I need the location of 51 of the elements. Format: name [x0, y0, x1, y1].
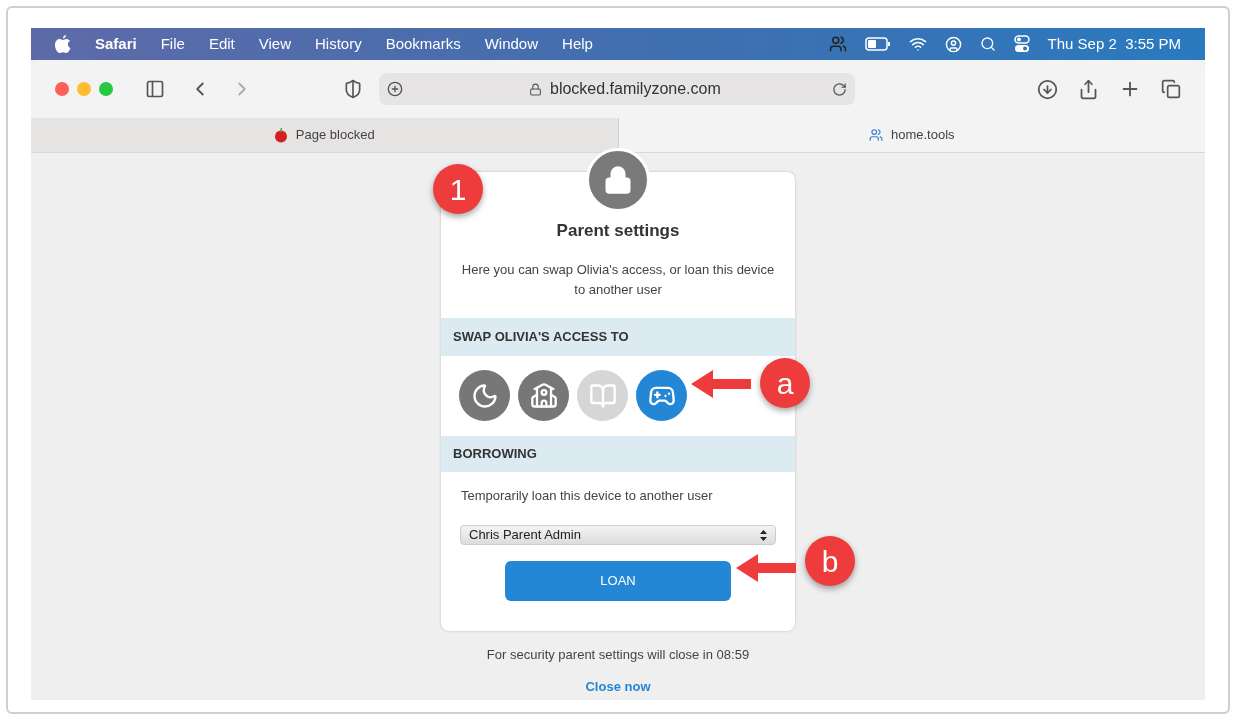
bedtime-mode-button[interactable] — [459, 370, 510, 421]
arrow-icon — [691, 369, 751, 399]
user-icon[interactable] — [944, 35, 962, 53]
menu-item[interactable]: Bookmarks — [385, 32, 461, 56]
annotation-badge: 1 — [433, 164, 483, 214]
security-notice: For security parent settings will close in 08:59 — [486, 646, 750, 664]
user-select[interactable]: Chris Parent Admin — [460, 525, 776, 545]
people-icon — [868, 128, 883, 142]
add-icon[interactable] — [387, 81, 403, 97]
moon-icon — [470, 381, 499, 410]
share-icon[interactable] — [1078, 78, 1099, 100]
url-text: blocked.familyzone.com — [550, 79, 721, 99]
reload-icon[interactable] — [832, 81, 847, 97]
menu-item[interactable]: View — [258, 32, 291, 56]
wifi-icon[interactable] — [908, 35, 927, 53]
menu-item[interactable]: Edit — [208, 32, 235, 56]
annotation-badge: b — [805, 536, 855, 586]
menu-item[interactable]: Window — [484, 32, 539, 56]
menu-item[interactable]: Help — [562, 32, 593, 56]
download-icon[interactable] — [1037, 78, 1058, 100]
arrow-icon — [736, 553, 796, 583]
browser-tab[interactable]: Page blocked — [31, 118, 619, 152]
section-heading: BORROWING — [441, 435, 795, 472]
people-icon[interactable] — [828, 35, 847, 53]
updown-caret-icon — [760, 529, 767, 541]
lock-icon — [603, 165, 633, 195]
close-now-link[interactable]: Close now — [585, 676, 651, 696]
book-icon — [588, 381, 617, 410]
borrow-text: Temporarily loan this device to another user — [460, 486, 714, 505]
lock-icon — [529, 82, 542, 96]
card-title: Parent settings — [556, 220, 680, 242]
school-mode-button[interactable] — [518, 370, 569, 421]
card-description: Here you can swap Olivia's access, or loan this device to another user — [460, 260, 776, 299]
apple-icon — [55, 35, 71, 53]
apple-fruit-icon — [273, 127, 288, 143]
close-window-icon[interactable] — [55, 82, 69, 96]
sidebar-icon[interactable] — [145, 79, 165, 99]
address-bar[interactable]: blocked.familyzone.com — [379, 73, 855, 105]
section-heading: SWAP OLIVIA'S ACCESS TO — [441, 317, 795, 356]
menu-item[interactable]: Safari — [95, 32, 137, 56]
play-mode-button[interactable] — [636, 370, 687, 421]
tabs-overview-icon[interactable] — [1161, 79, 1181, 99]
search-icon[interactable] — [979, 36, 996, 52]
menu-item[interactable]: File — [160, 32, 185, 56]
shield-icon[interactable] — [343, 79, 363, 99]
battery-icon[interactable] — [864, 37, 891, 51]
school-icon — [529, 381, 558, 410]
loan-button[interactable]: LOAN — [505, 561, 731, 601]
menu-item[interactable]: History — [315, 32, 362, 56]
toggle-icon[interactable] — [1013, 35, 1030, 53]
menu-clock: Thu Sep 2 3:55 PM — [1047, 33, 1181, 54]
